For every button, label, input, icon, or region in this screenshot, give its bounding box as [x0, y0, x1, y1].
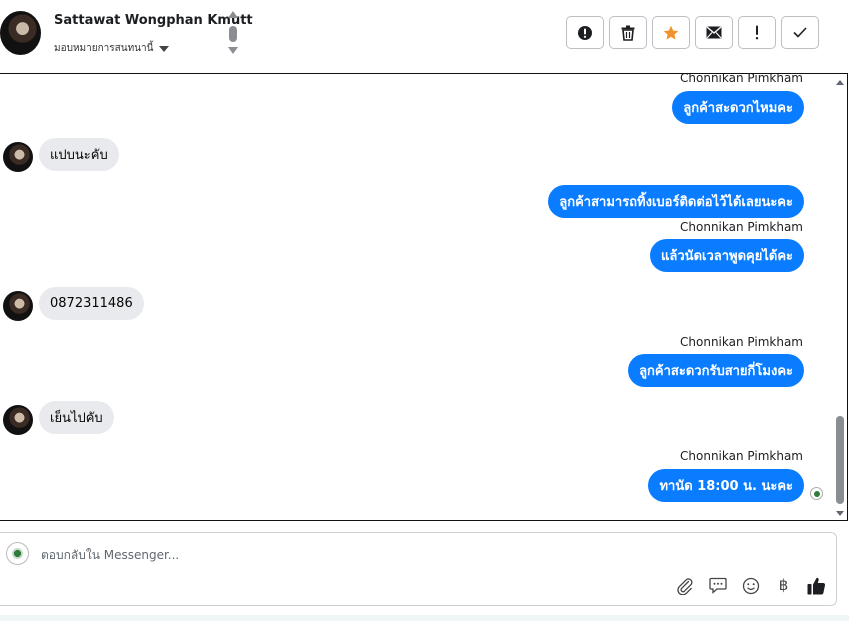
reply-input[interactable]: [41, 546, 741, 564]
mark-unread-button[interactable]: [695, 16, 733, 49]
seen-indicator-icon: [810, 487, 823, 500]
inbox-conversation-view: Sattawat Wongphan Kmutt มอบหมายการสนทนาน…: [0, 0, 849, 621]
emoji-button[interactable]: [741, 576, 760, 595]
like-button[interactable]: [807, 576, 826, 595]
scroll-down-arrow-icon[interactable]: [836, 511, 844, 516]
mark-done-button[interactable]: [781, 16, 819, 49]
trash-icon: [621, 25, 635, 41]
envelope-icon: [706, 26, 722, 39]
outgoing-message[interactable]: ลูกค้าสะดวกรับสายกี่โมงคะ: [628, 354, 804, 387]
sender-name: Chonnikan Pimkham: [680, 449, 803, 463]
scroll-thumb[interactable]: [836, 416, 844, 504]
mark-spam-button[interactable]: [566, 16, 604, 49]
incoming-message[interactable]: เย็นไปคับ: [39, 401, 114, 434]
contact-name[interactable]: Sattawat Wongphan Kmutt: [54, 13, 253, 28]
saved-reply-button[interactable]: [708, 576, 727, 595]
follow-up-button[interactable]: [738, 16, 776, 49]
message-thread[interactable]: Chonnikan Pimkham ลูกค้าสะดวกไหมคะ แปบนะ…: [0, 73, 848, 521]
conversation-header: Sattawat Wongphan Kmutt มอบหมายการสนทนาน…: [0, 0, 849, 74]
scroll-up-arrow-icon[interactable]: [836, 80, 844, 85]
contact-avatar-small[interactable]: [3, 142, 33, 172]
delete-button[interactable]: [609, 16, 647, 49]
page-avatar: [6, 542, 29, 565]
attachment-button[interactable]: [675, 576, 694, 595]
attachment-icon: [676, 577, 692, 595]
outgoing-message[interactable]: ลูกค้าสามารถทิ้งเบอร์ติดต่อไว้ได้เลยนะคะ: [548, 185, 804, 218]
outgoing-message[interactable]: ทานัด 18:00 น. นะคะ: [648, 469, 804, 502]
contact-avatar-small[interactable]: [3, 405, 33, 435]
reply-composer: ฿: [0, 532, 837, 606]
chevron-down-icon: [159, 46, 170, 52]
emoji-icon: [742, 577, 759, 594]
outgoing-message[interactable]: แล้วนัดเวลาพูดคุยได้คะ: [650, 239, 804, 272]
bottom-strip: [0, 615, 849, 621]
header-scrollbar[interactable]: [228, 11, 238, 57]
scroll-down-arrow-icon[interactable]: [228, 47, 238, 54]
check-icon: [793, 27, 807, 38]
exclamation-icon: [755, 25, 759, 40]
thumbs-up-icon: [807, 577, 826, 594]
sender-name: Chonnikan Pimkham: [680, 335, 803, 349]
saved-reply-icon: [708, 577, 727, 594]
composer-actions: ฿: [675, 576, 826, 595]
thread-scrollbar[interactable]: [833, 74, 847, 520]
star-button[interactable]: [652, 16, 690, 49]
assign-conversation-dropdown[interactable]: มอบหมายการสนทนานี้: [54, 41, 170, 56]
alert-circle-icon: [578, 25, 592, 40]
sender-name: Chonnikan Pimkham: [680, 73, 803, 85]
incoming-message[interactable]: 0872311486: [39, 287, 144, 320]
outgoing-message[interactable]: ลูกค้าสะดวกไหมคะ: [672, 91, 804, 124]
scroll-up-arrow-icon[interactable]: [228, 11, 238, 18]
star-icon: [663, 25, 679, 40]
contact-avatar[interactable]: [0, 11, 41, 55]
payment-button[interactable]: ฿: [774, 576, 793, 595]
incoming-message[interactable]: แปบนะคับ: [39, 138, 119, 171]
scroll-thumb[interactable]: [229, 26, 237, 42]
contact-avatar-small[interactable]: [3, 291, 33, 321]
conversation-toolbar: [566, 16, 819, 49]
assign-label: มอบหมายการสนทนานี้: [54, 43, 154, 54]
sender-name: Chonnikan Pimkham: [680, 220, 803, 234]
baht-payment-icon: ฿: [778, 576, 789, 594]
